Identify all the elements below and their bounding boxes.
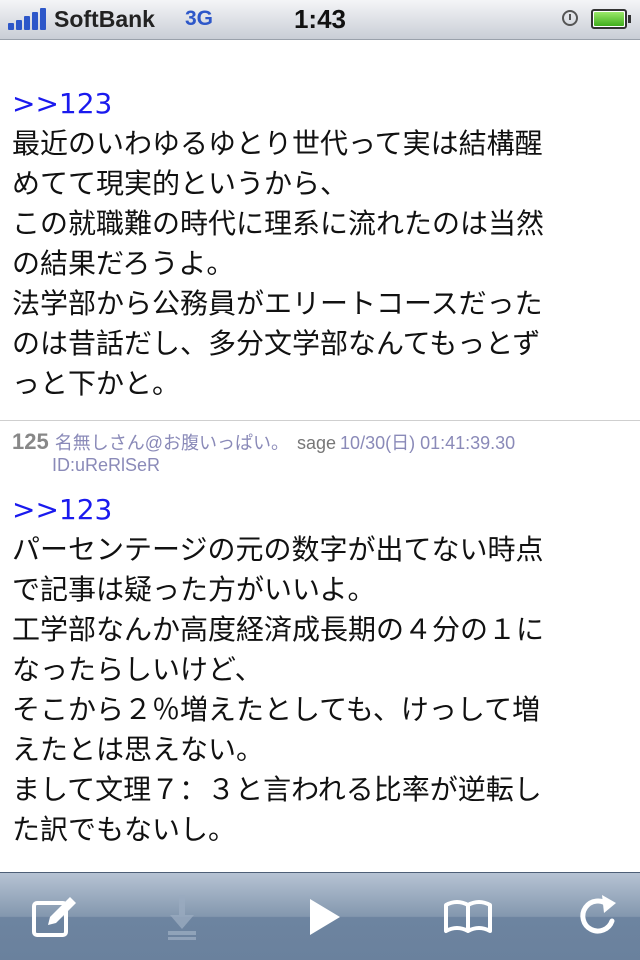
post-line: めてて現実的というから、 — [12, 167, 349, 200]
post-number[interactable]: 125 — [12, 429, 49, 454]
download-icon — [168, 895, 196, 940]
compose-button[interactable] — [28, 891, 80, 943]
reload-icon — [580, 895, 616, 934]
post-line: た訳でもないし。 — [12, 813, 237, 846]
reply-anchor-link[interactable]: >>123 — [12, 490, 640, 530]
post-divider — [0, 420, 640, 421]
post-line: まして文理７：３と言われる比率が逆転し — [12, 773, 542, 806]
post-line: なったらしいけど、 — [12, 653, 263, 686]
post-line: 工学部なんか高度経済成長期の４分の１に — [12, 613, 545, 646]
post-line: 最近のいわゆるゆとり世代って実は結構醒 — [12, 127, 543, 160]
bookmarks-button[interactable] — [442, 891, 494, 943]
reload-button[interactable] — [572, 891, 624, 943]
battery-icon — [591, 9, 631, 29]
post-line: のは昔話だし、多分文学部なんてもっとず — [12, 327, 541, 360]
alarm-icon — [562, 10, 578, 26]
post-line: えたとは思えない。 — [12, 733, 265, 766]
status-bar: SoftBank 3G 1:43 — [0, 0, 640, 40]
download-button[interactable] — [156, 891, 208, 943]
post-date: 10/30(日) 01:41:39.30 — [340, 433, 516, 453]
poster-name: 名無しさん@お腹いっぱい。 — [54, 433, 289, 453]
status-time: 1:43 — [293, 4, 347, 34]
post-line: この就職難の時代に理系に流れたのは当然 — [12, 207, 545, 240]
poster-id[interactable]: ID:uReRlSeR — [52, 454, 632, 476]
forward-icon — [310, 899, 340, 935]
compose-icon — [32, 897, 76, 937]
post-line: 法学部から公務員がエリートコースだった — [12, 287, 543, 320]
post-line: の結果だろうよ。 — [12, 247, 235, 280]
thread-content[interactable]: >>123 最近のいわゆるゆとり世代って実は結構醒 めてて現実的というから、 こ… — [0, 40, 640, 872]
forward-button[interactable] — [296, 891, 348, 943]
bookmarks-icon — [444, 900, 492, 933]
poster-mail: sage — [297, 433, 337, 453]
post-line: っと下かと。 — [12, 367, 181, 400]
bottom-toolbar — [0, 872, 640, 960]
post-line: パーセンテージの元の数字が出てない時点 — [12, 533, 544, 566]
post-line: で記事は疑った方がいいよ。 — [12, 573, 376, 606]
post-line: そこから２％増えたとしても、けっして増 — [12, 693, 541, 726]
reply-anchor-link[interactable]: >>123 — [12, 84, 640, 124]
post-body-125: >>123 パーセンテージの元の数字が出てない時点 で記事は疑った方がいいよ。 … — [0, 490, 640, 850]
post-body-upper: >>123 最近のいわゆるゆとり世代って実は結構醒 めてて現実的というから、 こ… — [0, 84, 640, 404]
post-header: 125 名無しさん@お腹いっぱい。 sage 10/30(日) 01:41:39.30… — [12, 431, 632, 476]
